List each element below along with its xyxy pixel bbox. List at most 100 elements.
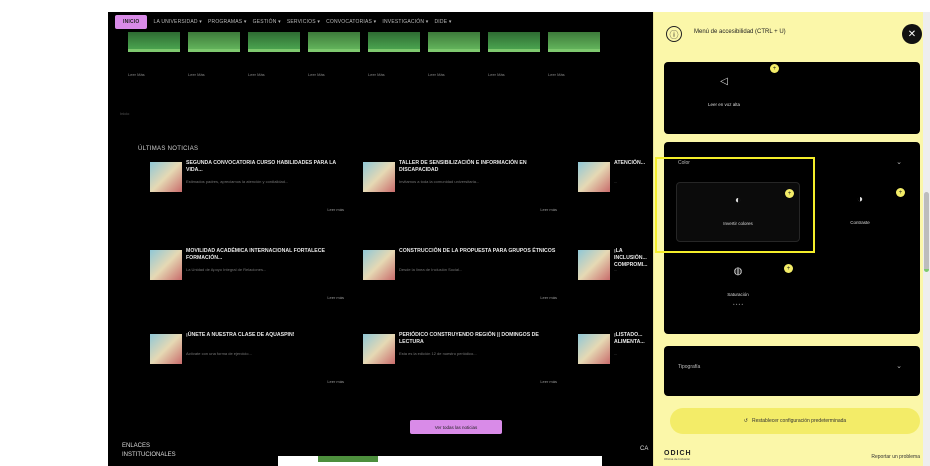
read-aloud-section: ◁ Leer en voz alta + bbox=[664, 62, 920, 134]
institutional-links-title: ENLACES INSTITUCIONALES bbox=[122, 443, 176, 458]
news-card[interactable]: CONSTRUCCIÓN DE LA PROPUESTA PARA GRUPOS… bbox=[363, 248, 563, 328]
panel-header: ⓘ Menú de accesibilidad (CTRL + U) ✕ bbox=[654, 12, 924, 56]
thumbnail[interactable] bbox=[188, 32, 240, 52]
news-title[interactable]: ATENCIÓN... bbox=[614, 160, 654, 167]
banner-strip bbox=[318, 456, 378, 462]
news-title[interactable]: MOVILIDAD ACADÉMICA INTERNACIONAL FORTAL… bbox=[186, 248, 346, 262]
read-more-link[interactable]: Leer más bbox=[540, 379, 557, 384]
panel-footer: ODICH Oficina de Inclusión Reportar un pr… bbox=[664, 444, 920, 466]
nav-item-gestion[interactable]: GESTIÓN ▾ bbox=[253, 19, 281, 25]
news-desc: Desde la línea de Inclusión Social... bbox=[399, 267, 463, 272]
view-all-news-button[interactable]: Ver todas las noticias bbox=[410, 420, 502, 434]
nav-item-programas[interactable]: PROGRAMAS ▾ bbox=[208, 19, 247, 25]
plus-icon: + bbox=[784, 264, 793, 273]
news-image bbox=[150, 162, 182, 192]
saturation-icon: ◍ bbox=[733, 266, 743, 277]
reset-label: Restablecer configuración predeterminada bbox=[751, 418, 847, 424]
focus-highlight bbox=[655, 157, 815, 253]
nav-item-dide[interactable]: DIDE ▾ bbox=[434, 19, 451, 25]
news-card[interactable]: TALLER DE SENSIBILIZACIÓN E INFORMACIÓN … bbox=[363, 160, 563, 240]
news-image bbox=[363, 334, 395, 364]
typography-label[interactable]: Tipografía bbox=[678, 364, 700, 370]
news-card[interactable]: ¡ÚNETE A NUESTRA CLASE DE AQUASPIN! Actí… bbox=[150, 332, 350, 412]
read-more-link[interactable]: Leer más bbox=[327, 207, 344, 212]
read-more-link[interactable]: Leer Más bbox=[248, 72, 286, 77]
logo-sub: Oficina de Inclusión bbox=[664, 457, 691, 461]
read-more-link[interactable]: Leer Más bbox=[488, 72, 526, 77]
thumbnail[interactable] bbox=[368, 32, 420, 52]
news-desc: Actívate con una forma de ejercicio... bbox=[186, 351, 252, 356]
reset-defaults-button[interactable]: ↺ Restablecer configuración predetermina… bbox=[670, 408, 920, 434]
report-problem-link[interactable]: Reportar un problema bbox=[871, 454, 920, 460]
nav-item-convocatorias[interactable]: CONVOCATORIAS ▾ bbox=[326, 19, 376, 25]
ca-label: CA bbox=[640, 446, 649, 452]
read-more-link[interactable]: Leer Más bbox=[368, 72, 406, 77]
read-more-link[interactable]: Leer Más bbox=[548, 72, 586, 77]
news-title[interactable]: SEGUNDA CONVOCATORIA CURSO HABILIDADES P… bbox=[186, 160, 346, 174]
read-aloud-tile[interactable]: ◁ Leer en voz alta + bbox=[664, 62, 784, 134]
typography-section: Tipografía ⌄ bbox=[664, 346, 920, 396]
read-more-link[interactable]: Leer Más bbox=[428, 72, 466, 77]
thumbnail[interactable] bbox=[128, 32, 180, 52]
read-more-link[interactable]: Leer Más bbox=[128, 72, 166, 77]
news-image bbox=[363, 250, 395, 280]
news-card[interactable]: ¡LISTADO... ALIMENTA... ... bbox=[578, 332, 653, 412]
speaker-icon: ◁ bbox=[720, 76, 728, 87]
thumbnail[interactable] bbox=[248, 32, 300, 52]
news-desc: Estimados padres, apreciamos la atención… bbox=[186, 179, 289, 184]
news-image bbox=[150, 250, 182, 280]
contrast-tile[interactable]: ◑ Contraste + bbox=[808, 182, 912, 242]
news-card[interactable]: SEGUNDA CONVOCATORIA CURSO HABILIDADES P… bbox=[150, 160, 350, 240]
chevron-down-icon[interactable]: ⌄ bbox=[896, 158, 902, 166]
main-nav: INICIO LA UNIVERSIDAD ▾ PROGRAMAS ▾ GEST… bbox=[115, 12, 660, 32]
thumbnail[interactable] bbox=[308, 32, 360, 52]
close-icon[interactable]: ✕ bbox=[902, 24, 922, 44]
plus-icon: + bbox=[770, 64, 779, 73]
news-image bbox=[578, 250, 610, 280]
news-image bbox=[578, 162, 610, 192]
nav-item-servicios[interactable]: SERVICIOS ▾ bbox=[287, 19, 320, 25]
news-section-title: ÚLTIMAS NOTICIAS bbox=[138, 146, 199, 152]
news-title[interactable]: ¡ÚNETE A NUESTRA CLASE DE AQUASPIN! bbox=[186, 332, 346, 339]
read-more-link[interactable]: Leer Más bbox=[308, 72, 346, 77]
news-image bbox=[150, 334, 182, 364]
news-image bbox=[578, 334, 610, 364]
news-title[interactable]: ¡LA INCLUSIÓN... COMPROMI... bbox=[614, 248, 654, 269]
nav-item-investigacion[interactable]: INVESTIGACIÓN ▾ bbox=[382, 19, 428, 25]
news-desc: ... bbox=[614, 351, 618, 356]
news-desc: Esta es la edición 12 de nuestro periódi… bbox=[399, 351, 477, 356]
news-card[interactable]: ATENCIÓN... ... bbox=[578, 160, 653, 240]
thumbnail[interactable] bbox=[548, 32, 600, 52]
reset-icon: ↺ bbox=[743, 418, 748, 424]
top-band bbox=[0, 0, 930, 12]
news-card[interactable]: PERIÓDICO CONSTRUYENDO REGIÓN || DOMINGO… bbox=[363, 332, 563, 412]
read-more-link[interactable]: Leer más bbox=[540, 295, 557, 300]
saturation-label: Saturación bbox=[727, 292, 749, 297]
news-desc: La Unidad de Apoyo Integral de Relacione… bbox=[186, 267, 267, 272]
news-card[interactable]: MOVILIDAD ACADÉMICA INTERNACIONAL FORTAL… bbox=[150, 248, 350, 328]
saturation-tile[interactable]: ◍ Saturación • • • • + bbox=[676, 258, 800, 320]
info-icon: ⓘ bbox=[666, 26, 682, 42]
thumbnail[interactable] bbox=[488, 32, 540, 52]
read-more-link[interactable]: Leer más bbox=[327, 295, 344, 300]
news-card[interactable]: ¡LA INCLUSIÓN... COMPROMI... ... bbox=[578, 248, 653, 328]
panel-title: Menú de accesibilidad (CTRL + U) bbox=[694, 29, 786, 35]
logo-text: ODICH bbox=[664, 450, 692, 457]
read-more-link[interactable]: Leer más bbox=[540, 207, 557, 212]
breadcrumb[interactable]: Inicio bbox=[120, 111, 129, 116]
nav-item-universidad[interactable]: LA UNIVERSIDAD ▾ bbox=[153, 19, 202, 25]
nav-item-inicio[interactable]: INICIO bbox=[115, 15, 148, 29]
read-more-link[interactable]: Leer más bbox=[327, 379, 344, 384]
news-desc: Invitamos a toda la comunidad universita… bbox=[399, 179, 480, 184]
news-title[interactable]: PERIÓDICO CONSTRUYENDO REGIÓN || DOMINGO… bbox=[399, 332, 559, 346]
read-more-link[interactable]: Leer Más bbox=[188, 72, 226, 77]
news-desc: ... bbox=[614, 267, 618, 272]
news-title[interactable]: TALLER DE SENSIBILIZACIÓN E INFORMACIÓN … bbox=[399, 160, 559, 174]
scrollbar-thumb[interactable] bbox=[924, 192, 929, 272]
scrollbar[interactable] bbox=[923, 12, 930, 466]
thumbnail[interactable] bbox=[428, 32, 480, 52]
news-title[interactable]: ¡LISTADO... ALIMENTA... bbox=[614, 332, 654, 346]
left-margin bbox=[0, 0, 108, 466]
chevron-down-icon[interactable]: ⌄ bbox=[896, 362, 902, 370]
news-title[interactable]: CONSTRUCCIÓN DE LA PROPUESTA PARA GRUPOS… bbox=[399, 248, 559, 255]
